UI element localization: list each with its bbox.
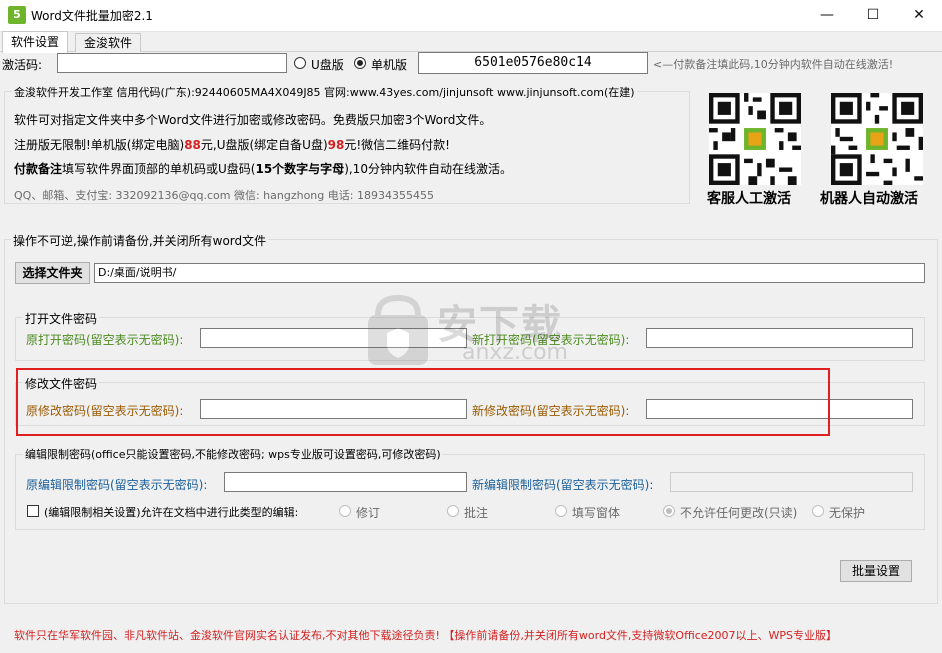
folder-path-input[interactable]: D:/桌面/说明书/ bbox=[94, 263, 925, 283]
allow-edit-checkbox[interactable] bbox=[27, 505, 39, 517]
old-edit-password-input[interactable] bbox=[224, 472, 467, 492]
old-edit-password-label: 原编辑限制密码(留空表示无密码): bbox=[26, 478, 208, 492]
single-version-label: 单机版 bbox=[371, 58, 408, 72]
price-text-c: 元!微信二维码付款! bbox=[344, 138, 450, 152]
watermark-subtext: anxz.com bbox=[462, 340, 568, 365]
minimize-button[interactable]: — bbox=[804, 0, 850, 31]
qr-label-robot: 机器人自动激活 bbox=[820, 191, 918, 207]
qr-code-service-icon bbox=[709, 93, 801, 185]
new-edit-password-label: 新编辑限制密码(留空表示无密码): bbox=[472, 478, 654, 492]
radio-read-only[interactable] bbox=[663, 505, 675, 517]
radio-read-only-label: 不允许任何更改(只读) bbox=[680, 506, 798, 520]
price-single: 88 bbox=[184, 138, 201, 152]
activation-code-input[interactable] bbox=[57, 53, 287, 73]
price-text-b: 元,U盘版(绑定自备U盘) bbox=[200, 138, 328, 152]
radio-no-protection[interactable] bbox=[812, 505, 824, 517]
machine-code-hint: <—付款备注填此码,10分钟内软件自动在线激活! bbox=[653, 58, 894, 71]
close-button[interactable]: ✕ bbox=[896, 0, 942, 31]
new-open-password-input[interactable] bbox=[646, 328, 913, 348]
highlight-box bbox=[16, 368, 830, 436]
radio-fill-forms[interactable] bbox=[555, 505, 567, 517]
machine-code-field[interactable]: 6501e0576e80c14 bbox=[418, 52, 648, 74]
radio-fill-forms-label: 填写窗体 bbox=[572, 506, 621, 520]
radio-no-protection-label: 无保护 bbox=[829, 506, 866, 520]
contact-info: QQ、邮箱、支付宝: 332092136@qq.com 微信: hangzhon… bbox=[14, 189, 434, 202]
payment-note-bold2: 15个数字与字母 bbox=[255, 162, 345, 176]
usb-version-radio[interactable] bbox=[294, 57, 306, 69]
batch-set-button[interactable]: 批量设置 bbox=[840, 560, 912, 582]
watermark-bag-icon bbox=[368, 294, 428, 365]
new-edit-password-input[interactable] bbox=[670, 472, 913, 492]
window-title: Word文件批量加密2.1 bbox=[31, 9, 153, 23]
tab-software-settings[interactable]: 软件设置 bbox=[2, 31, 69, 53]
payment-note-bold: 付款备注 bbox=[14, 162, 63, 176]
edit-restrict-title: 编辑限制密码(office只能设置密码,不能修改密码; wps专业版可设置密码,… bbox=[23, 446, 443, 462]
payment-note-b: ),10分钟内软件自动在线激活。 bbox=[344, 162, 512, 176]
qr-label-service: 客服人工激活 bbox=[707, 191, 791, 207]
company-line-3: 付款备注填写软件界面顶部的单机码或U盘码(15个数字与字母),10分钟内软件自动… bbox=[14, 160, 512, 177]
tab-jinjun-software[interactable]: 金浚软件 bbox=[75, 33, 142, 52]
tab-strip bbox=[0, 31, 942, 52]
payment-note-a: 填写软件界面顶部的单机码或U盘码( bbox=[62, 162, 256, 176]
company-line-2: 注册版无限制!单机版(绑定电脑)88元,U盘版(绑定自备U盘)98元!微信二维码… bbox=[14, 136, 450, 153]
radio-comment[interactable] bbox=[447, 505, 459, 517]
usb-version-label: U盘版 bbox=[311, 58, 344, 72]
open-password-title: 打开文件密码 bbox=[23, 310, 100, 327]
radio-revision-label: 修订 bbox=[356, 506, 381, 520]
maximize-button[interactable]: ☐ bbox=[850, 0, 896, 31]
footer-notice: 软件只在华军软件园、非凡软件站、金浚软件官网实名认证发布,不对其他下载途径负责!… bbox=[14, 629, 838, 642]
qr-code-robot-icon bbox=[831, 93, 923, 185]
price-usb: 98 bbox=[327, 138, 345, 152]
company-info-header: 金浚软件开发工作室 信用代码(广东):92440605MA4X049J85 官网… bbox=[12, 84, 637, 100]
single-version-radio[interactable] bbox=[354, 57, 366, 69]
radio-revision[interactable] bbox=[339, 505, 351, 517]
price-text-a: 注册版无限制!单机版(绑定电脑) bbox=[14, 138, 185, 152]
allow-edit-label: (编辑限制相关设置)允许在文档中进行此类型的编辑: bbox=[44, 506, 299, 519]
company-line-1: 软件可对指定文件夹中多个Word文件进行加密或修改密码。免费版只加密3个Word… bbox=[14, 113, 492, 127]
main-operations-title: 操作不可逆,操作前请备份,并关闭所有word文件 bbox=[11, 232, 269, 249]
choose-folder-button[interactable]: 选择文件夹 bbox=[15, 262, 90, 284]
old-open-password-label: 原打开密码(留空表示无密码): bbox=[26, 333, 184, 347]
radio-comment-label: 批注 bbox=[464, 506, 489, 520]
app-icon: 5 bbox=[8, 6, 26, 24]
activation-code-label: 激活码: bbox=[2, 58, 43, 72]
